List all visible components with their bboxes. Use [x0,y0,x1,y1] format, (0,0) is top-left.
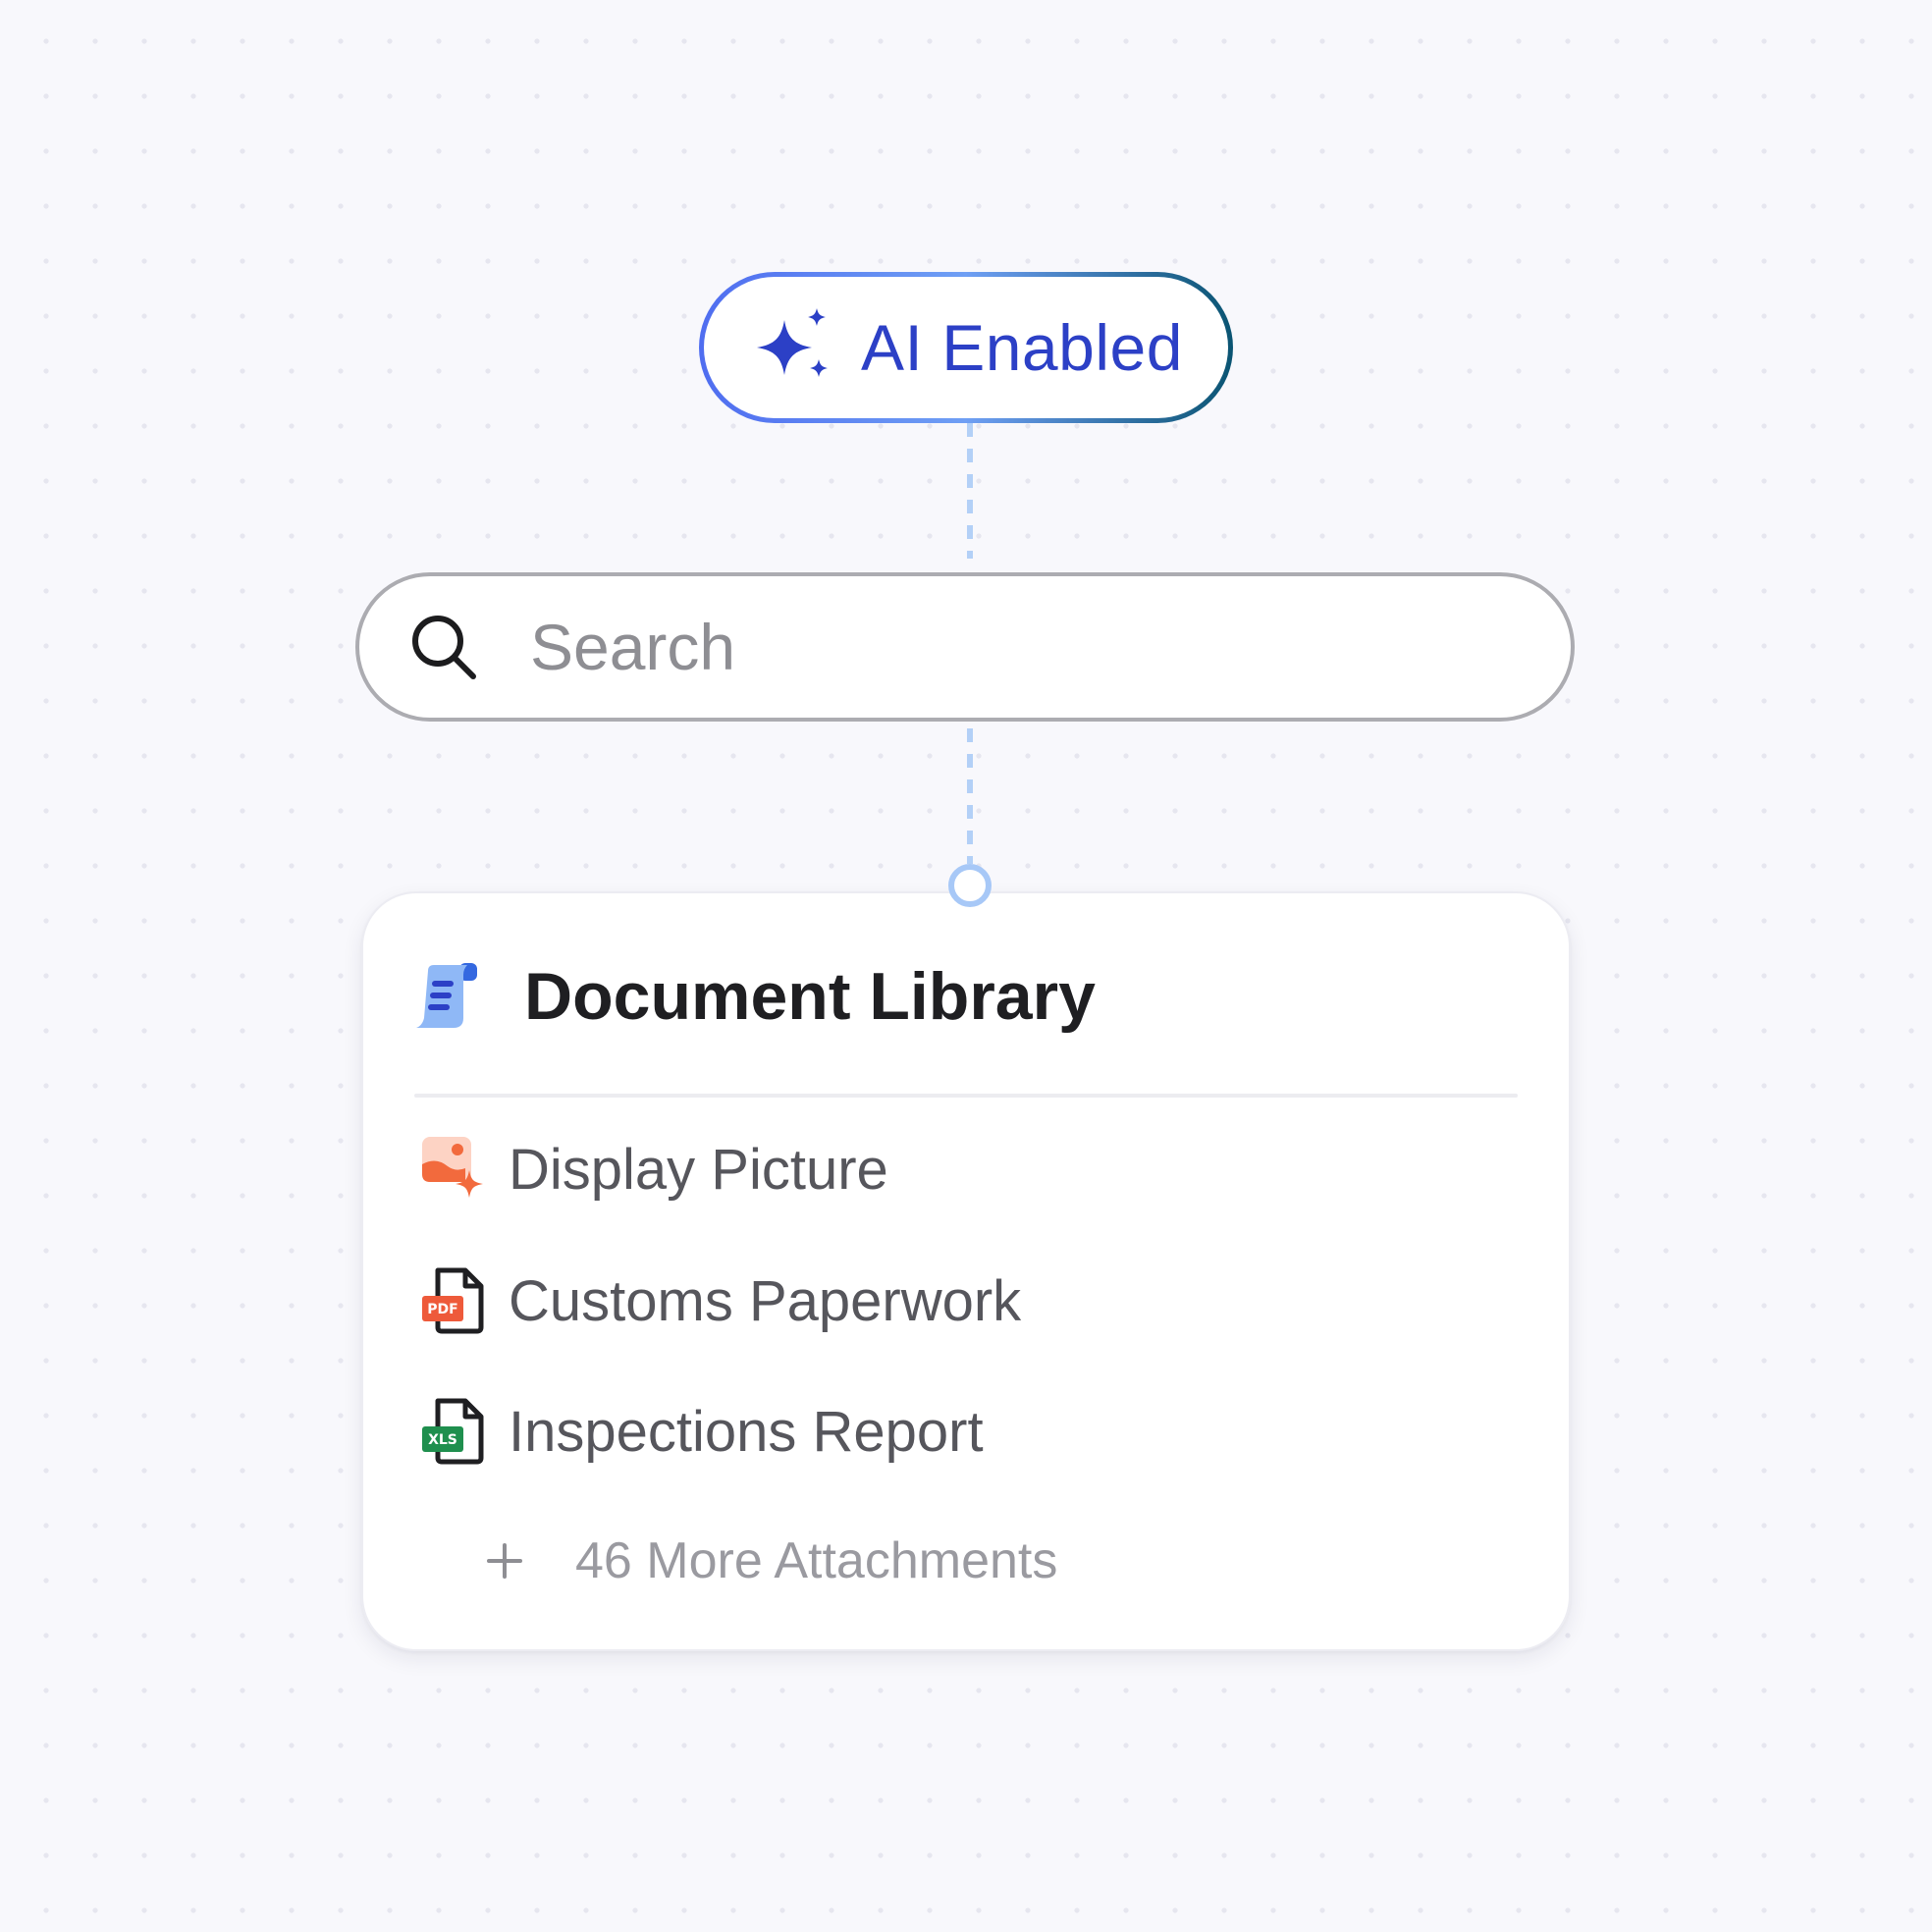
more-attachments-button[interactable]: 46 More Attachments [485,1531,1057,1590]
sparkle-icon [757,308,828,377]
ai-enabled-badge-inner: AI Enabled [704,277,1228,418]
attachment-item-inspections-report[interactable]: XLS Inspections Report [420,1397,984,1466]
connector-line-top [967,423,973,559]
card-title: Document Library [524,959,1096,1034]
attachment-item-customs-paperwork[interactable]: PDF Customs Paperwork [420,1266,1021,1335]
attachment-item-display-picture[interactable]: Display Picture [420,1135,888,1204]
attachment-item-label: Customs Paperwork [509,1268,1022,1333]
card-header: Document Library [412,958,1096,1035]
xls-badge-text: XLS [428,1432,457,1448]
connector-line-bottom [967,728,973,864]
ai-enabled-label: AI Enabled [861,311,1183,384]
attachment-item-label: Inspections Report [509,1399,984,1464]
connector-node [948,864,992,907]
pdf-file-icon: PDF [422,1267,484,1334]
document-library-card: Document Library Display Picture PDF Cus… [361,891,1571,1651]
document-scroll-icon [416,963,477,1028]
attachment-item-label: Display Picture [509,1137,888,1202]
search-bar[interactable] [355,572,1575,722]
search-input[interactable] [528,609,1416,685]
pdf-badge-text: PDF [427,1302,457,1317]
card-divider [414,1094,1518,1098]
ai-enabled-badge[interactable]: AI Enabled [699,272,1233,423]
search-icon [412,616,476,679]
xls-file-icon: XLS [422,1398,484,1465]
more-attachments-label: 46 More Attachments [575,1532,1058,1589]
image-sparkle-icon [422,1137,483,1198]
plus-icon [487,1543,522,1579]
